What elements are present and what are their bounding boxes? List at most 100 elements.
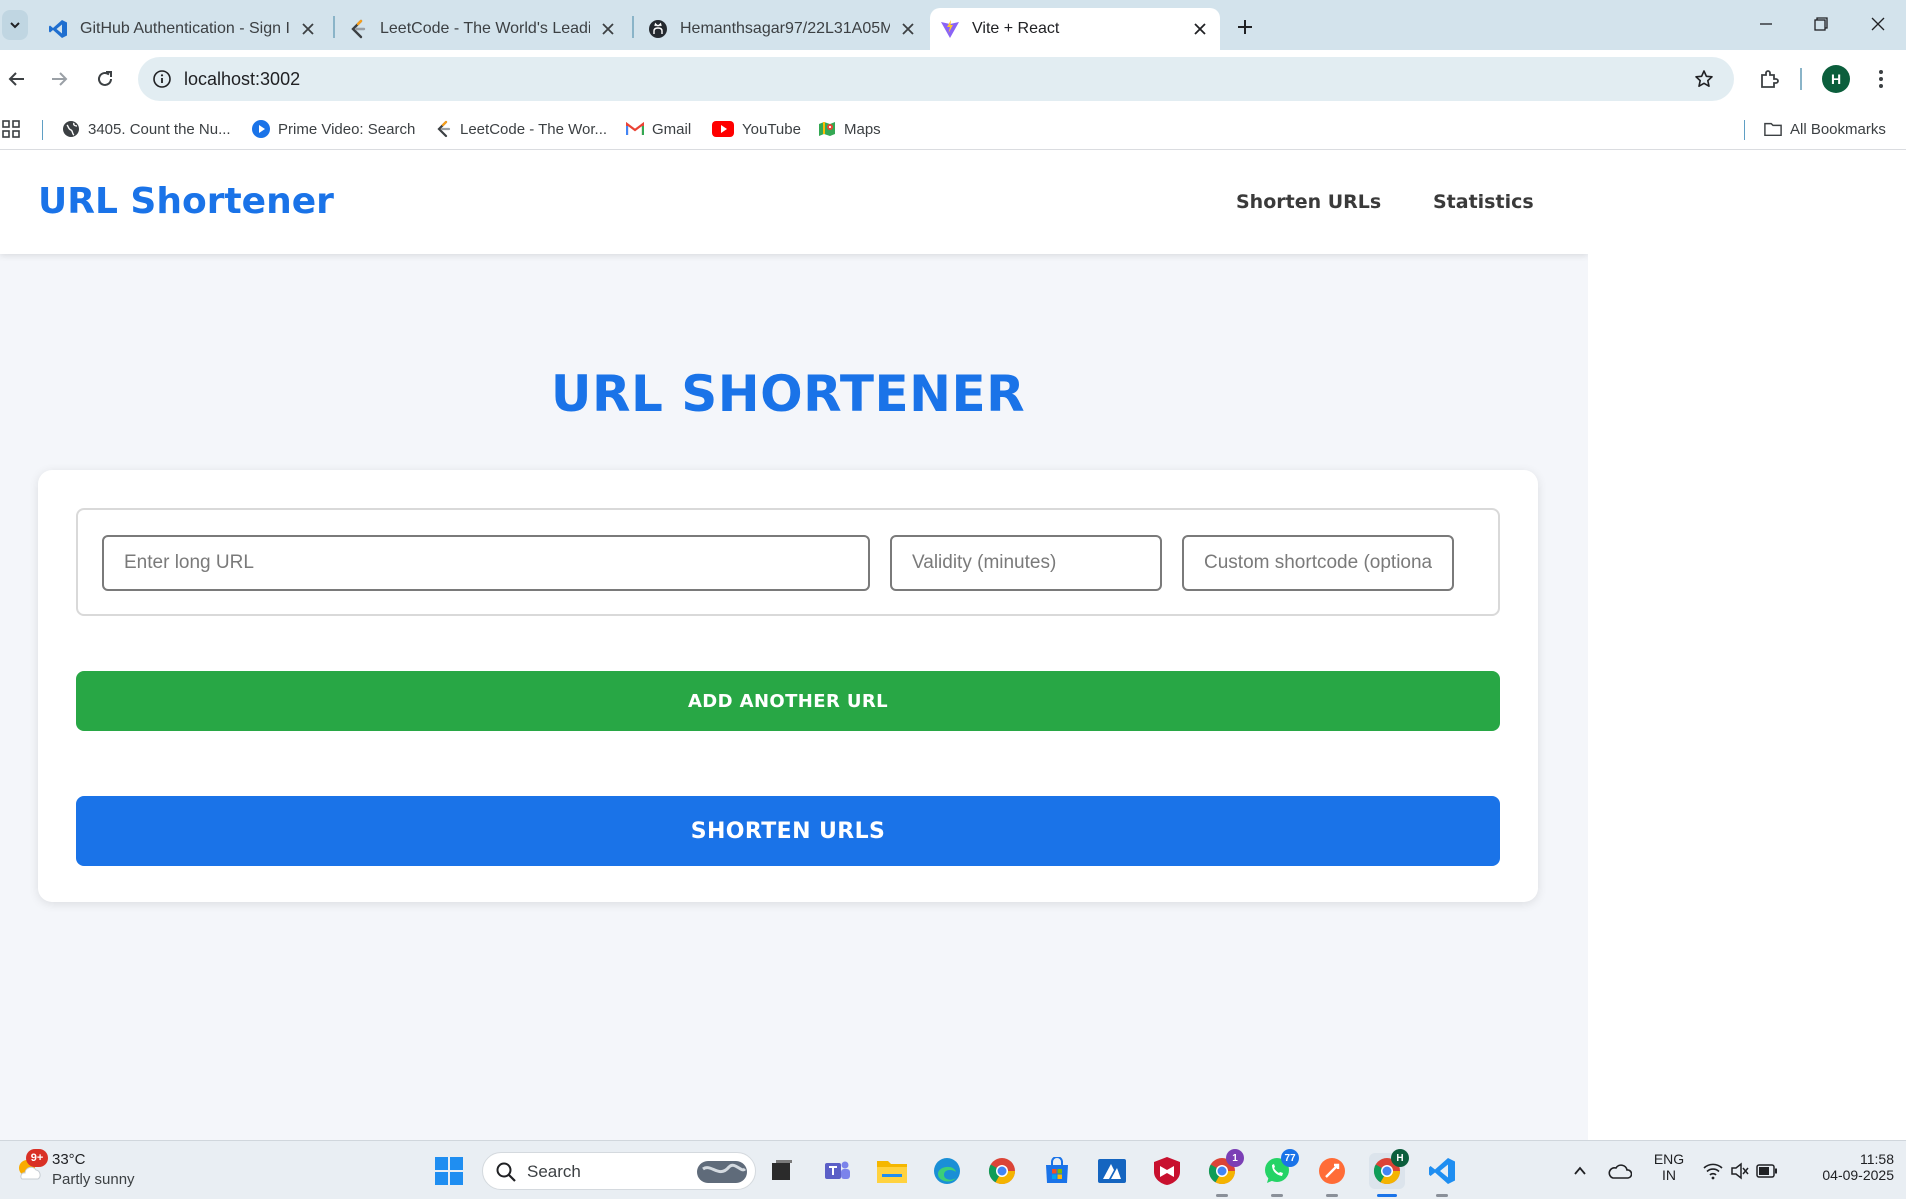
nav-link-statistics[interactable]: Statistics [1433, 191, 1534, 213]
tab-github-auth[interactable]: GitHub Authentication - Sign In [38, 8, 328, 50]
app-brand[interactable]: URL Shortener [38, 181, 334, 222]
battery-icon [1756, 1164, 1777, 1178]
close-tab-icon[interactable] [298, 19, 318, 39]
chevron-down-icon [10, 22, 20, 29]
taskbar-search-label: Search [527, 1162, 581, 1181]
close-tab-icon[interactable] [898, 19, 918, 39]
weather-description: Partly sunny [52, 1171, 135, 1188]
bookmark-label: Gmail [652, 120, 692, 138]
tab-title: Vite + React [972, 20, 1060, 37]
running-indicator [1326, 1194, 1338, 1197]
shorten-urls-button[interactable]: SHORTEN URLS [76, 796, 1500, 866]
add-another-url-button[interactable]: ADD ANOTHER URL [76, 671, 1500, 731]
folder-icon [1764, 120, 1782, 138]
apps-button[interactable] [2, 116, 20, 142]
bookmark-label: LeetCode - The Wor... [460, 120, 608, 138]
task-view-icon[interactable] [764, 1153, 800, 1189]
reload-button[interactable] [88, 62, 122, 96]
tab-github-repo[interactable]: Hemanthsagar97/22L31A05M1 [638, 8, 928, 50]
site-info-icon[interactable] [150, 67, 174, 91]
long-url-input[interactable] [102, 535, 870, 591]
close-window-button[interactable] [1860, 8, 1896, 40]
language-indicator[interactable]: ENG IN [1648, 1151, 1690, 1183]
show-hidden-icons-button[interactable] [1562, 1153, 1598, 1189]
teams-icon[interactable] [819, 1153, 855, 1189]
address-bar[interactable]: localhost:3002 [138, 57, 1734, 101]
shortener-form-card: ADD ANOTHER URL SHORTEN URLS [38, 470, 1538, 902]
new-tab-button[interactable] [1230, 12, 1260, 42]
restore-button[interactable] [1803, 8, 1839, 40]
chrome-icon[interactable] [984, 1153, 1020, 1189]
leetcode-icon [348, 19, 368, 39]
vscode-icon [48, 19, 68, 39]
browser-toolbar: localhost:3002 H [0, 50, 1906, 108]
bookmark-item[interactable]: 3405. Count the Nu... [62, 116, 231, 142]
menu-button[interactable] [1864, 62, 1898, 96]
postman-icon[interactable] [1314, 1153, 1350, 1197]
whatsapp-icon[interactable]: 77 [1259, 1149, 1299, 1197]
windows-start-icon[interactable] [431, 1153, 467, 1189]
custom-shortcode-input[interactable] [1182, 535, 1454, 591]
clock-date: 04-09-2025 [1822, 1167, 1894, 1183]
vite-icon [940, 19, 960, 39]
back-button[interactable] [0, 62, 34, 96]
chrome-profile-badge: H [1391, 1149, 1409, 1167]
tab-title: Hemanthsagar97/22L31A05M1 [680, 20, 890, 37]
azure-data-studio-icon[interactable] [1094, 1153, 1130, 1189]
puzzle-icon [1761, 70, 1779, 88]
validity-input[interactable] [890, 535, 1162, 591]
bookmark-item[interactable]: LeetCode - The Wor... [434, 116, 607, 142]
bookmark-separator [1744, 120, 1745, 140]
page-title: URL SHORTENER [550, 365, 1026, 423]
minimize-icon [1760, 23, 1772, 25]
github-icon [648, 19, 668, 39]
leetcode-icon [434, 120, 452, 138]
file-explorer-icon[interactable] [874, 1153, 910, 1189]
restore-icon [1814, 17, 1828, 31]
bookmark-item[interactable]: Maps [818, 116, 881, 142]
system-clock[interactable]: 11:58 04-09-2025 [1800, 1151, 1894, 1183]
bookmark-label: 3405. Count the Nu... [88, 120, 231, 138]
arrow-left-icon [8, 72, 24, 86]
mcafee-icon[interactable] [1149, 1153, 1185, 1189]
reload-icon [98, 71, 112, 86]
quick-settings-button[interactable] [1698, 1153, 1782, 1189]
all-bookmarks-label: All Bookmarks [1790, 120, 1886, 138]
weather-temperature: 33°C [52, 1151, 86, 1168]
bookmark-item[interactable]: Gmail [626, 116, 691, 142]
tab-search-button[interactable] [2, 10, 28, 40]
url-text[interactable]: localhost:3002 [184, 69, 300, 90]
prime-video-icon [252, 120, 270, 138]
vscode-icon[interactable] [1424, 1153, 1460, 1197]
tab-leetcode[interactable]: LeetCode - The World's Leading [338, 8, 628, 50]
close-tab-icon[interactable] [598, 19, 618, 39]
bookmark-star-icon[interactable] [1692, 67, 1716, 91]
bookmark-item[interactable]: Prime Video: Search [252, 116, 415, 142]
toolbar-separator [1800, 68, 1802, 90]
maps-icon [818, 120, 836, 138]
bookmark-separator [42, 120, 43, 140]
arrow-right-icon [52, 72, 68, 86]
youtube-icon [712, 120, 734, 138]
profile-avatar[interactable]: H [1822, 65, 1850, 93]
search-icon [496, 1162, 516, 1182]
edge-browser-icon[interactable] [929, 1153, 965, 1189]
extensions-button[interactable] [1752, 62, 1786, 96]
chrome-profile-icon[interactable]: 1 [1204, 1149, 1244, 1197]
chrome-active-icon[interactable]: H [1369, 1149, 1409, 1197]
whatsapp-unread-badge: 77 [1281, 1149, 1299, 1167]
tab-vite-react[interactable]: Vite + React [930, 8, 1220, 50]
bookmark-item[interactable]: YouTube [712, 116, 801, 142]
microsoft-store-icon[interactable] [1039, 1153, 1075, 1189]
close-icon [1871, 17, 1885, 31]
forward-button[interactable] [42, 62, 76, 96]
minimize-button[interactable] [1748, 8, 1784, 40]
taskbar-search[interactable]: Search [482, 1152, 756, 1190]
all-bookmarks-button[interactable]: All Bookmarks [1764, 116, 1886, 142]
active-indicator [1377, 1194, 1397, 1197]
close-tab-icon[interactable] [1190, 19, 1210, 39]
page-blank-area [1588, 151, 1906, 1140]
language-code: ENG [1653, 1151, 1685, 1167]
onedrive-icon[interactable] [1602, 1153, 1638, 1189]
nav-link-shorten[interactable]: Shorten URLs [1236, 191, 1381, 213]
